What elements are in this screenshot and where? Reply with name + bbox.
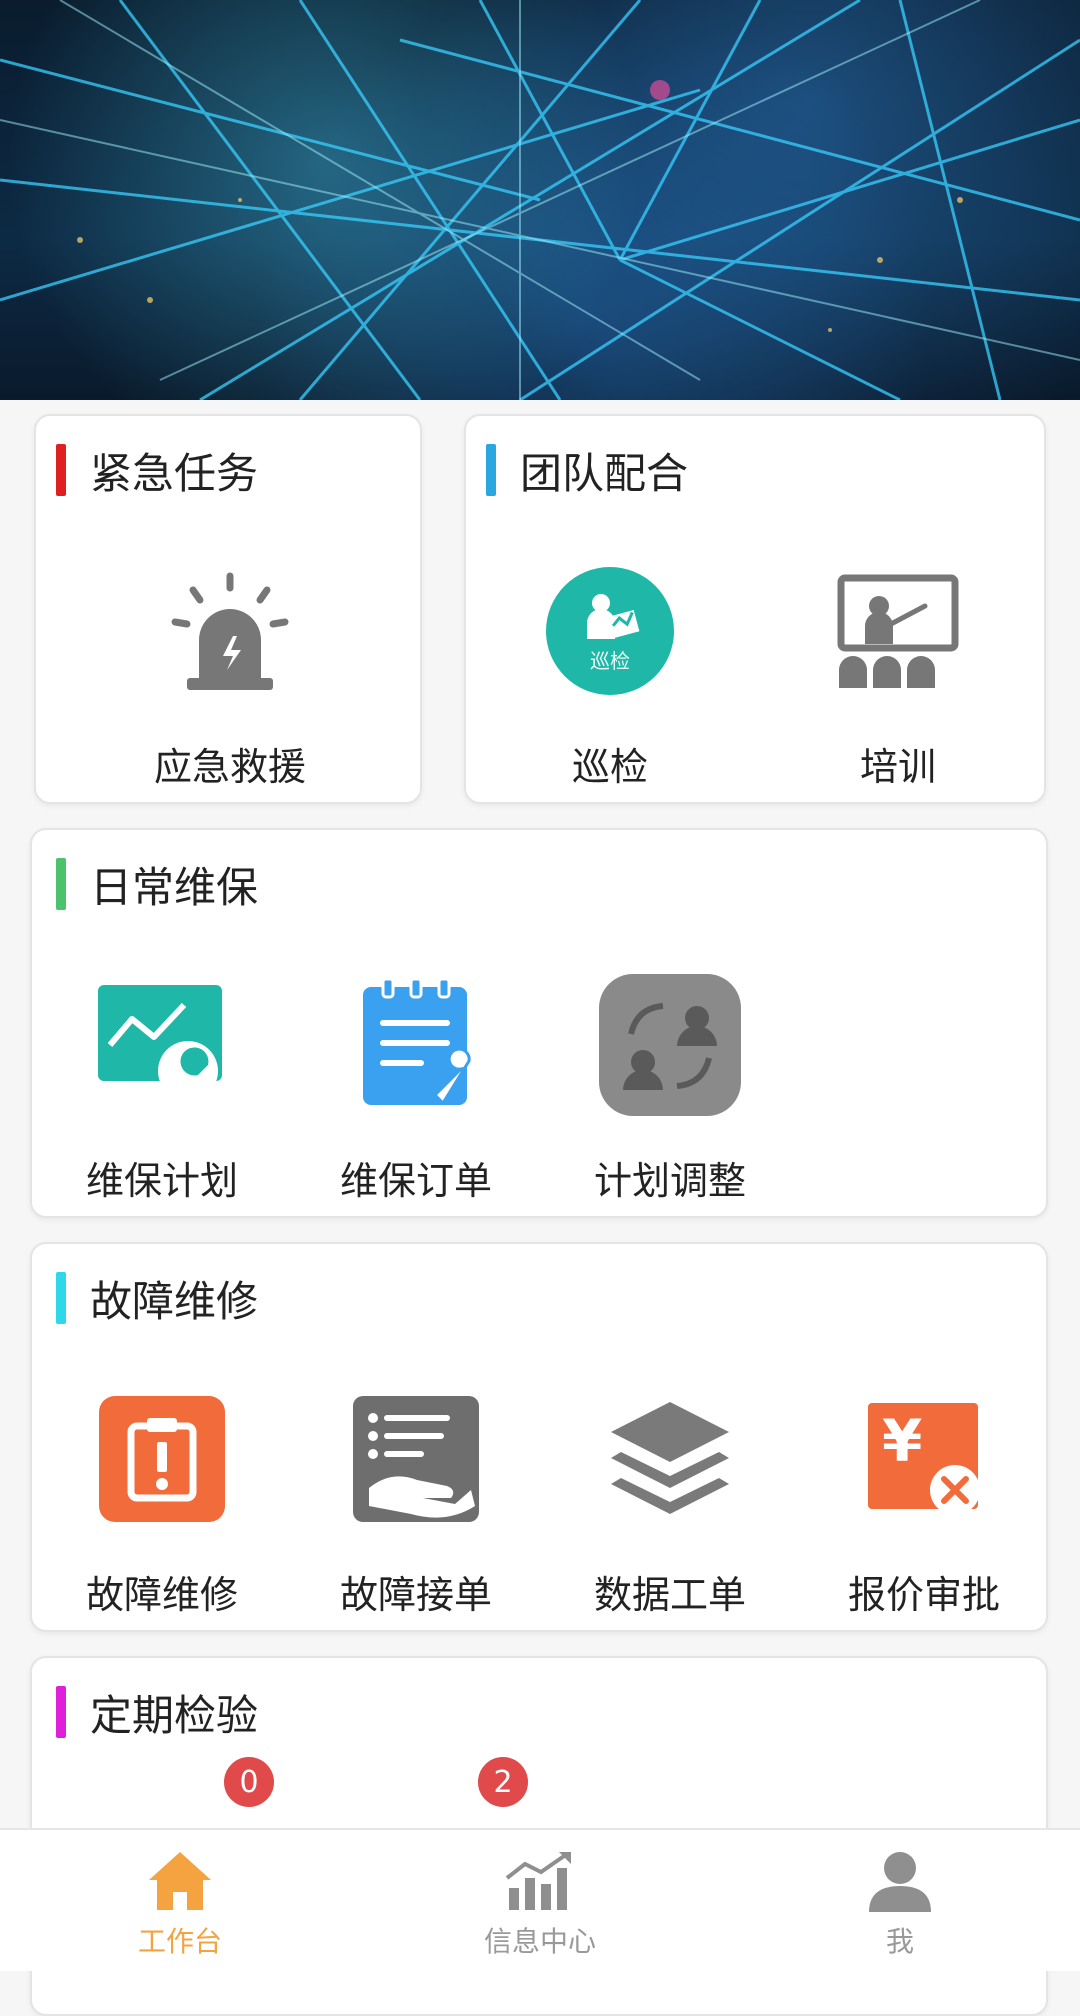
- section-title: 故障维修: [90, 1276, 259, 1326]
- tile-label: 故障维修: [85, 1573, 238, 1617]
- section-accent-bar: [486, 444, 496, 496]
- tile-label: 巡检: [571, 745, 648, 789]
- fault-repair-card: 故障维修 故障维修 故障接单 数据工单 ¥ 报价审批: [30, 1242, 1048, 1632]
- tab-me[interactable]: 我: [720, 1830, 1080, 1971]
- tab-label: 工作台: [137, 1924, 222, 1958]
- emergency-tasks-card: 紧急任务 应急救援: [34, 414, 422, 804]
- training-icon: [823, 556, 973, 706]
- maintenance-plan-icon: [87, 970, 237, 1120]
- section-accent-bar: [56, 1272, 66, 1324]
- card-title: 故障维修: [56, 1272, 258, 1326]
- data-order-icon: [595, 1384, 745, 1534]
- fault-accept-icon: [341, 1384, 491, 1534]
- card-title: 团队配合: [486, 444, 688, 498]
- section-accent-bar: [56, 1686, 66, 1738]
- tab-info-center[interactable]: 信息中心: [360, 1830, 720, 1971]
- tab-label: 我: [885, 1924, 914, 1958]
- card-title: 日常维保: [56, 858, 258, 912]
- team-collaboration-card: 团队配合 巡检 巡检 培训: [464, 414, 1046, 804]
- daily-maintenance-card: 日常维保 维保计划 维保订单 计划调整: [30, 828, 1048, 1218]
- user-icon: [869, 1851, 931, 1912]
- maintenance-order-icon: [341, 970, 491, 1120]
- training-tile[interactable]: 培训: [778, 556, 1018, 791]
- section-title: 团队配合: [520, 448, 689, 498]
- quote-approval-tile[interactable]: ¥ 报价审批: [804, 1384, 1044, 1619]
- maintenance-order-tile[interactable]: 维保订单: [296, 970, 536, 1205]
- tile-label: 应急救援: [153, 745, 306, 789]
- inspection-tile[interactable]: 巡检 巡检: [490, 556, 730, 791]
- notification-badge: 0: [221, 1754, 277, 1810]
- tile-label: 报价审批: [847, 1573, 1000, 1617]
- plan-adjust-icon: [595, 970, 745, 1120]
- maintenance-plan-tile[interactable]: 维保计划: [42, 970, 282, 1205]
- tab-workbench[interactable]: 工作台: [0, 1830, 360, 1971]
- section-title: 紧急任务: [90, 448, 259, 498]
- tile-label: 维保计划: [85, 1159, 238, 1203]
- notification-badge: 2: [475, 1754, 531, 1810]
- fault-repair-icon: [87, 1384, 237, 1534]
- yuan-symbol: ¥: [882, 1407, 923, 1475]
- bottom-tab-bar: 工作台 信息中心 我: [0, 1828, 1080, 1971]
- section-title: 日常维保: [90, 862, 259, 912]
- tile-label: 计划调整: [593, 1159, 746, 1203]
- inspection-icon-text: 巡检: [590, 648, 630, 673]
- stats-chart-icon: [505, 1851, 571, 1910]
- section-accent-bar: [56, 444, 66, 496]
- quote-approval-icon: ¥: [849, 1384, 999, 1534]
- inspection-icon: 巡检: [535, 556, 685, 706]
- section-title: 定期检验: [90, 1690, 259, 1740]
- tab-label: 信息中心: [483, 1924, 596, 1958]
- home-icon: [149, 1851, 211, 1910]
- fault-accept-tile[interactable]: 故障接单: [296, 1384, 536, 1619]
- card-title: 定期检验: [56, 1686, 258, 1740]
- tile-label: 数据工单: [593, 1573, 746, 1617]
- alarm-light-icon: [155, 556, 305, 706]
- tile-label: 维保订单: [339, 1159, 492, 1203]
- card-title: 紧急任务: [56, 444, 258, 498]
- emergency-rescue-tile[interactable]: 应急救援: [110, 556, 350, 791]
- data-order-tile[interactable]: 数据工单: [550, 1384, 790, 1619]
- tile-label: 故障接单: [339, 1573, 492, 1617]
- section-accent-bar: [56, 858, 66, 910]
- fault-repair-tile[interactable]: 故障维修: [42, 1384, 282, 1619]
- plan-adjust-tile[interactable]: 计划调整: [550, 970, 790, 1205]
- header-banner-image: [0, 0, 1080, 400]
- tile-label: 培训: [859, 745, 936, 789]
